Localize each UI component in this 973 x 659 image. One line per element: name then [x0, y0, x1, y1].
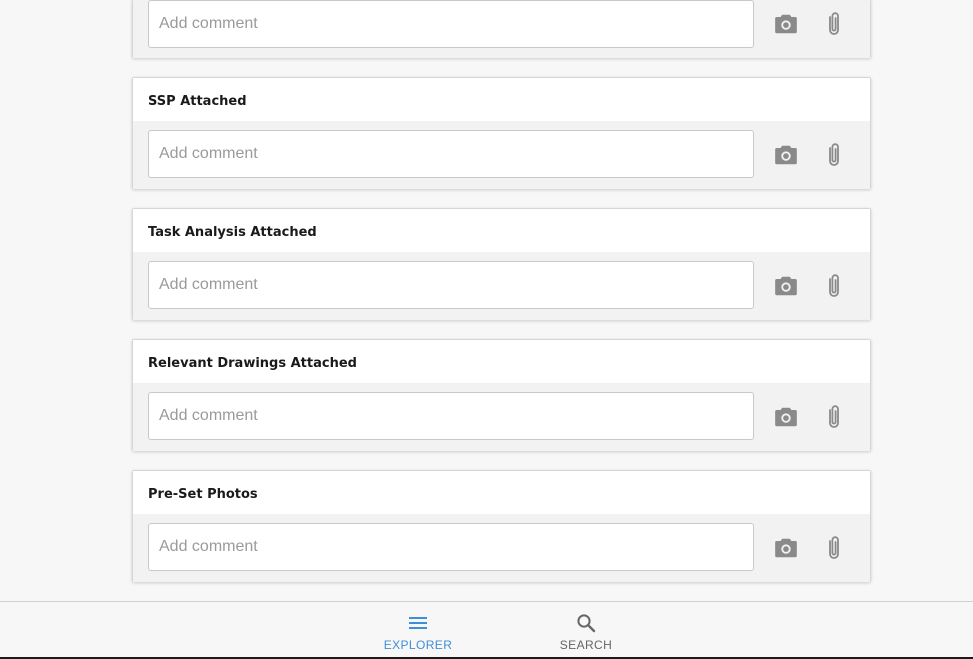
nav-item-search[interactable]: SEARCH — [541, 602, 631, 658]
camera-icon — [775, 145, 797, 165]
card-title: SSP Attached — [133, 78, 870, 121]
attach-file-button[interactable] — [820, 273, 848, 299]
camera-icon — [775, 276, 797, 296]
paperclip-icon — [829, 536, 839, 559]
checklist-card — [132, 0, 871, 58]
attach-file-button[interactable] — [820, 11, 848, 37]
card-title: Task Analysis Attached — [133, 209, 870, 252]
nav-item-explorer[interactable]: EXPLORER — [373, 602, 463, 658]
card-comment-row — [133, 252, 870, 320]
nav-item-label: SEARCH — [559, 638, 613, 652]
add-photo-button[interactable] — [772, 535, 800, 561]
paperclip-icon — [829, 12, 839, 35]
checklist-card: Task Analysis Attached — [132, 208, 871, 320]
comment-input[interactable] — [148, 392, 754, 440]
menu-icon — [409, 617, 427, 629]
card-comment-row — [133, 121, 870, 189]
search-icon — [577, 614, 596, 633]
bottom-navigation: EXPLORER SEARCH — [0, 601, 973, 658]
add-photo-button[interactable] — [772, 404, 800, 430]
camera-icon — [775, 538, 797, 558]
camera-icon — [775, 407, 797, 427]
checklist-card: Relevant Drawings Attached — [132, 339, 871, 451]
card-comment-row — [133, 514, 870, 582]
add-photo-button[interactable] — [772, 11, 800, 37]
paperclip-icon — [829, 143, 839, 166]
add-photo-button[interactable] — [772, 273, 800, 299]
card-title: Relevant Drawings Attached — [133, 340, 870, 383]
paperclip-icon — [829, 274, 839, 297]
comment-input[interactable] — [148, 261, 754, 309]
attach-file-button[interactable] — [820, 404, 848, 430]
checklist-screen: SSP Attached Task Analysis Attached — [0, 0, 973, 659]
attach-file-button[interactable] — [820, 142, 848, 168]
nav-item-label: EXPLORER — [383, 638, 453, 652]
checklist-card: Pre-Set Photos — [132, 470, 871, 582]
paperclip-icon — [829, 405, 839, 428]
card-title: Pre-Set Photos — [133, 471, 870, 514]
checklist-card: SSP Attached — [132, 77, 871, 189]
card-comment-row — [133, 0, 870, 58]
comment-input[interactable] — [148, 0, 754, 48]
card-comment-row — [133, 383, 870, 451]
add-photo-button[interactable] — [772, 142, 800, 168]
attach-file-button[interactable] — [820, 535, 848, 561]
comment-input[interactable] — [148, 130, 754, 178]
camera-icon — [775, 14, 797, 34]
comment-input[interactable] — [148, 523, 754, 571]
